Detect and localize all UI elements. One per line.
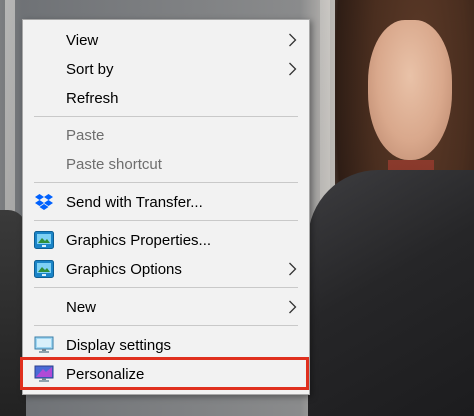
menu-item-label: Graphics Properties... (66, 231, 212, 249)
chevron-right-icon (289, 262, 297, 276)
menu-item-sort-by[interactable]: Sort by (23, 55, 309, 83)
dropbox-icon (35, 194, 53, 210)
menu-item-view[interactable]: View (23, 26, 309, 54)
menu-item-label: Sort by (66, 60, 114, 78)
menu-item-label: Refresh (66, 89, 119, 107)
menu-item-send-with-transfer[interactable]: Send with Transfer... (23, 188, 309, 216)
wallpaper-figure-face (368, 20, 452, 160)
menu-separator (34, 220, 298, 221)
menu-separator (34, 182, 298, 183)
intel-graphics-icon (34, 260, 54, 278)
menu-item-label: View (66, 31, 99, 49)
menu-separator (34, 116, 298, 117)
menu-item-label: Send with Transfer... (66, 193, 203, 211)
intel-graphics-icon (34, 231, 54, 249)
menu-item-paste: Paste (23, 121, 309, 149)
menu-item-graphics-properties[interactable]: Graphics Properties... (23, 226, 309, 254)
menu-item-paste-shortcut: Paste shortcut (23, 150, 309, 178)
menu-item-label: Graphics Options (66, 260, 182, 278)
menu-separator (34, 325, 298, 326)
menu-item-graphics-options[interactable]: Graphics Options (23, 255, 309, 283)
menu-item-label: New (66, 298, 97, 316)
monitor-icon (34, 336, 54, 353)
desktop-context-menu: View Sort by Refresh Paste Paste shortcu… (22, 19, 310, 395)
menu-item-new[interactable]: New (23, 293, 309, 321)
menu-item-label: Paste shortcut (66, 155, 162, 173)
menu-item-refresh[interactable]: Refresh (23, 84, 309, 112)
menu-item-label: Paste (66, 126, 105, 144)
menu-item-display-settings[interactable]: Display settings (23, 331, 309, 359)
chevron-right-icon (289, 62, 297, 76)
menu-separator (34, 287, 298, 288)
chevron-right-icon (289, 300, 297, 314)
wallpaper-figure-jacket (308, 170, 474, 416)
personalize-highlight-box (20, 357, 309, 390)
menu-item-label: Display settings (66, 336, 172, 354)
chevron-right-icon (289, 33, 297, 47)
